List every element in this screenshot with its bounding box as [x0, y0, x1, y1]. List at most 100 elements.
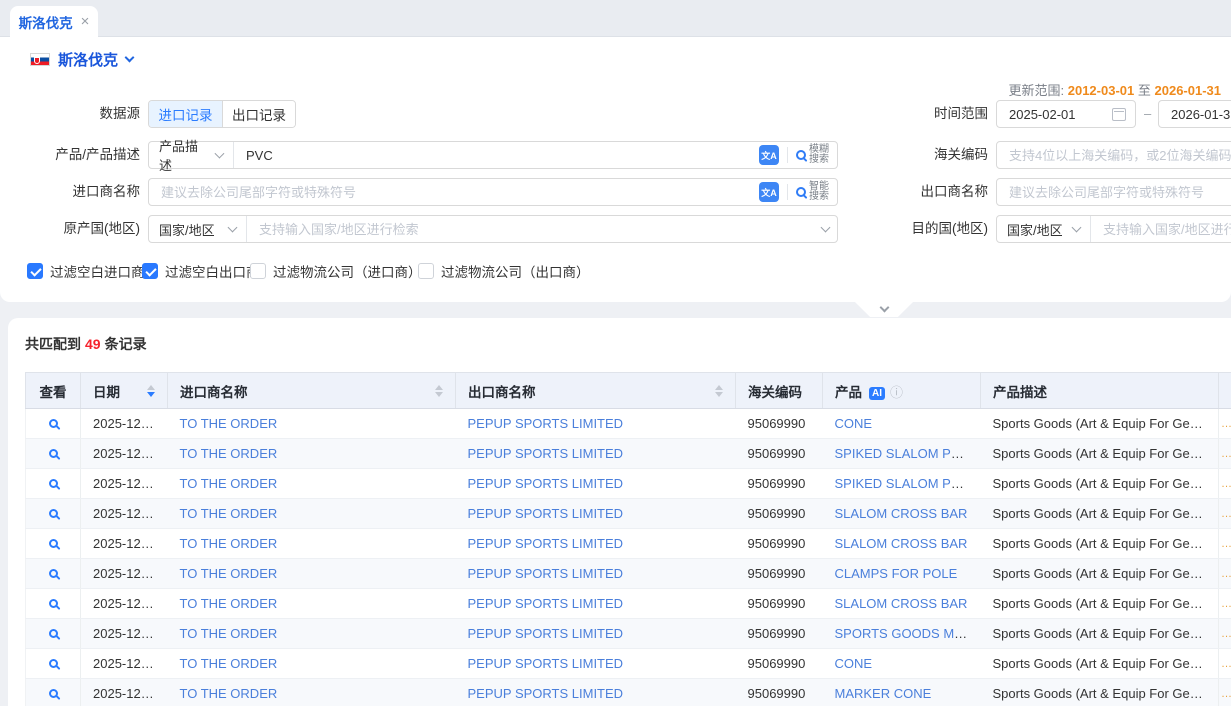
- product-cell: SPORTS GOODS MAR...: [823, 619, 981, 649]
- header-date[interactable]: 日期: [81, 373, 168, 409]
- exporter-link[interactable]: PEPUP SPORTS LIMITED: [468, 596, 624, 611]
- product-link[interactable]: CONE: [835, 656, 873, 671]
- importer-link[interactable]: TO THE ORDER: [180, 626, 278, 641]
- origin-search-input[interactable]: [247, 222, 822, 237]
- product-link[interactable]: CONE: [835, 416, 873, 431]
- view-record-icon[interactable]: [49, 479, 58, 488]
- exporter-link[interactable]: PEPUP SPORTS LIMITED: [468, 686, 624, 701]
- exporter-field[interactable]: [996, 178, 1231, 206]
- product-link[interactable]: SPIKED SLALOM POLE: [835, 446, 977, 461]
- importer-link[interactable]: TO THE ORDER: [180, 566, 278, 581]
- view-record-icon[interactable]: [49, 689, 58, 698]
- view-record-icon[interactable]: [49, 659, 58, 668]
- importer-link[interactable]: TO THE ORDER: [180, 446, 278, 461]
- fuzzy-search-label-2: 搜索: [809, 154, 829, 165]
- exporter-input[interactable]: [997, 185, 1231, 200]
- exporter-link[interactable]: PEPUP SPORTS LIMITED: [468, 416, 624, 431]
- sort-desc-icon[interactable]: [435, 392, 443, 397]
- date-cell: 2025-12-25: [81, 679, 168, 706]
- translate-icon[interactable]: 文A: [759, 182, 779, 202]
- translate-icon[interactable]: 文A: [759, 145, 779, 165]
- product-desc-cell: Sports Goods (Art & Equip For Gen ...: [981, 439, 1219, 469]
- hs-code-input[interactable]: [997, 148, 1231, 163]
- filter-logistics-importer-checkbox[interactable]: 过滤物流公司（进口商）: [250, 262, 422, 280]
- table-row: 2025-12-25 TO THE ORDER PEPUP SPORTS LIM…: [26, 529, 1231, 559]
- product-label: 产品/产品描述: [25, 141, 140, 169]
- view-record-icon[interactable]: [49, 569, 58, 578]
- hs-code-label: 海关编码: [870, 141, 988, 169]
- view-record-icon[interactable]: [49, 539, 58, 548]
- importer-link[interactable]: TO THE ORDER: [180, 476, 278, 491]
- date-to-input[interactable]: [1159, 107, 1231, 122]
- sort-asc-icon[interactable]: [715, 385, 723, 390]
- checkbox-icon[interactable]: [250, 263, 266, 279]
- checkbox-icon[interactable]: [418, 263, 434, 279]
- importer-link[interactable]: TO THE ORDER: [180, 596, 278, 611]
- importer-link[interactable]: TO THE ORDER: [180, 656, 278, 671]
- view-record-icon[interactable]: [49, 599, 58, 608]
- product-link[interactable]: SLALOM CROSS BAR: [835, 536, 968, 551]
- exporter-link[interactable]: PEPUP SPORTS LIMITED: [468, 626, 624, 641]
- view-record-icon[interactable]: [49, 419, 58, 428]
- date-to-field[interactable]: [1158, 100, 1231, 128]
- tab-slovakia[interactable]: 斯洛伐克 ×: [10, 6, 98, 37]
- exporter-link[interactable]: PEPUP SPORTS LIMITED: [468, 506, 624, 521]
- view-record-icon[interactable]: [49, 449, 58, 458]
- view-cell: [26, 649, 81, 679]
- view-record-icon[interactable]: [49, 509, 58, 518]
- country-selector[interactable]: 斯洛伐克: [30, 47, 133, 71]
- filter-blank-exporter-checkbox[interactable]: 过滤空白出口商: [142, 262, 260, 280]
- exporter-link[interactable]: PEPUP SPORTS LIMITED: [468, 536, 624, 551]
- exporter-link[interactable]: PEPUP SPORTS LIMITED: [468, 656, 624, 671]
- product-type-select[interactable]: 产品描述: [149, 142, 234, 168]
- hs-code-field[interactable]: [996, 141, 1231, 169]
- exporter-link[interactable]: PEPUP SPORTS LIMITED: [468, 566, 624, 581]
- importer-input[interactable]: [149, 185, 759, 200]
- date-from-field[interactable]: [996, 100, 1136, 128]
- header-view: 查看: [26, 373, 81, 409]
- product-link[interactable]: SLALOM CROSS BAR: [835, 596, 968, 611]
- sort-desc-icon[interactable]: [715, 392, 723, 397]
- calendar-icon[interactable]: [1112, 108, 1126, 121]
- destination-type-select[interactable]: 国家/地区: [997, 216, 1091, 242]
- exporter-link[interactable]: PEPUP SPORTS LIMITED: [468, 446, 624, 461]
- filter-logistics-exporter-checkbox[interactable]: 过滤物流公司（出口商）: [418, 262, 590, 280]
- date-from-input[interactable]: [997, 107, 1112, 122]
- chevron-down-icon[interactable]: [821, 222, 831, 232]
- sort-asc-icon[interactable]: [435, 385, 443, 390]
- fuzzy-search-button[interactable]: 模糊 搜索: [796, 145, 829, 165]
- importer-link[interactable]: TO THE ORDER: [180, 536, 278, 551]
- product-link[interactable]: SLALOM CROSS BAR: [835, 506, 968, 521]
- product-cell: CONE: [823, 649, 981, 679]
- product-link[interactable]: SPIKED SLALOM POLE: [835, 476, 977, 491]
- collapse-form-handle[interactable]: [855, 302, 913, 317]
- exporter-link[interactable]: PEPUP SPORTS LIMITED: [468, 476, 624, 491]
- close-icon[interactable]: ×: [81, 14, 90, 29]
- sort-asc-icon[interactable]: [147, 385, 155, 390]
- product-search-input[interactable]: [234, 148, 759, 163]
- destination-search-input[interactable]: [1091, 222, 1231, 237]
- header-exporter[interactable]: 出口商名称: [456, 373, 736, 409]
- sort-desc-icon[interactable]: [147, 392, 155, 397]
- product-link[interactable]: SPORTS GOODS MAR...: [835, 626, 981, 641]
- product-link[interactable]: CLAMPS FOR POLE: [835, 566, 958, 581]
- info-icon[interactable]: ⓘ: [890, 385, 903, 400]
- importer-link[interactable]: TO THE ORDER: [180, 686, 278, 701]
- checkbox-icon[interactable]: [27, 263, 43, 279]
- checkbox-icon[interactable]: [142, 263, 158, 279]
- toggle-import-records[interactable]: 进口记录: [149, 101, 222, 127]
- smart-search-button[interactable]: 智能 搜索: [796, 182, 829, 202]
- view-record-icon[interactable]: [49, 629, 58, 638]
- hs-code-cell: 95069990: [736, 439, 823, 469]
- product-cell: SLALOM CROSS BAR: [823, 499, 981, 529]
- importer-link[interactable]: TO THE ORDER: [180, 416, 278, 431]
- importer-link[interactable]: TO THE ORDER: [180, 506, 278, 521]
- origin-type-select[interactable]: 国家/地区: [149, 216, 247, 242]
- chevron-down-icon: [879, 303, 889, 313]
- smart-search-label-2: 搜索: [809, 191, 829, 202]
- toggle-export-records[interactable]: 出口记录: [222, 101, 295, 127]
- filter-blank-importer-checkbox[interactable]: 过滤空白进口商: [27, 262, 145, 280]
- header-importer[interactable]: 进口商名称: [168, 373, 456, 409]
- hs-code-cell: 95069990: [736, 469, 823, 499]
- product-link[interactable]: MARKER CONE: [835, 686, 932, 701]
